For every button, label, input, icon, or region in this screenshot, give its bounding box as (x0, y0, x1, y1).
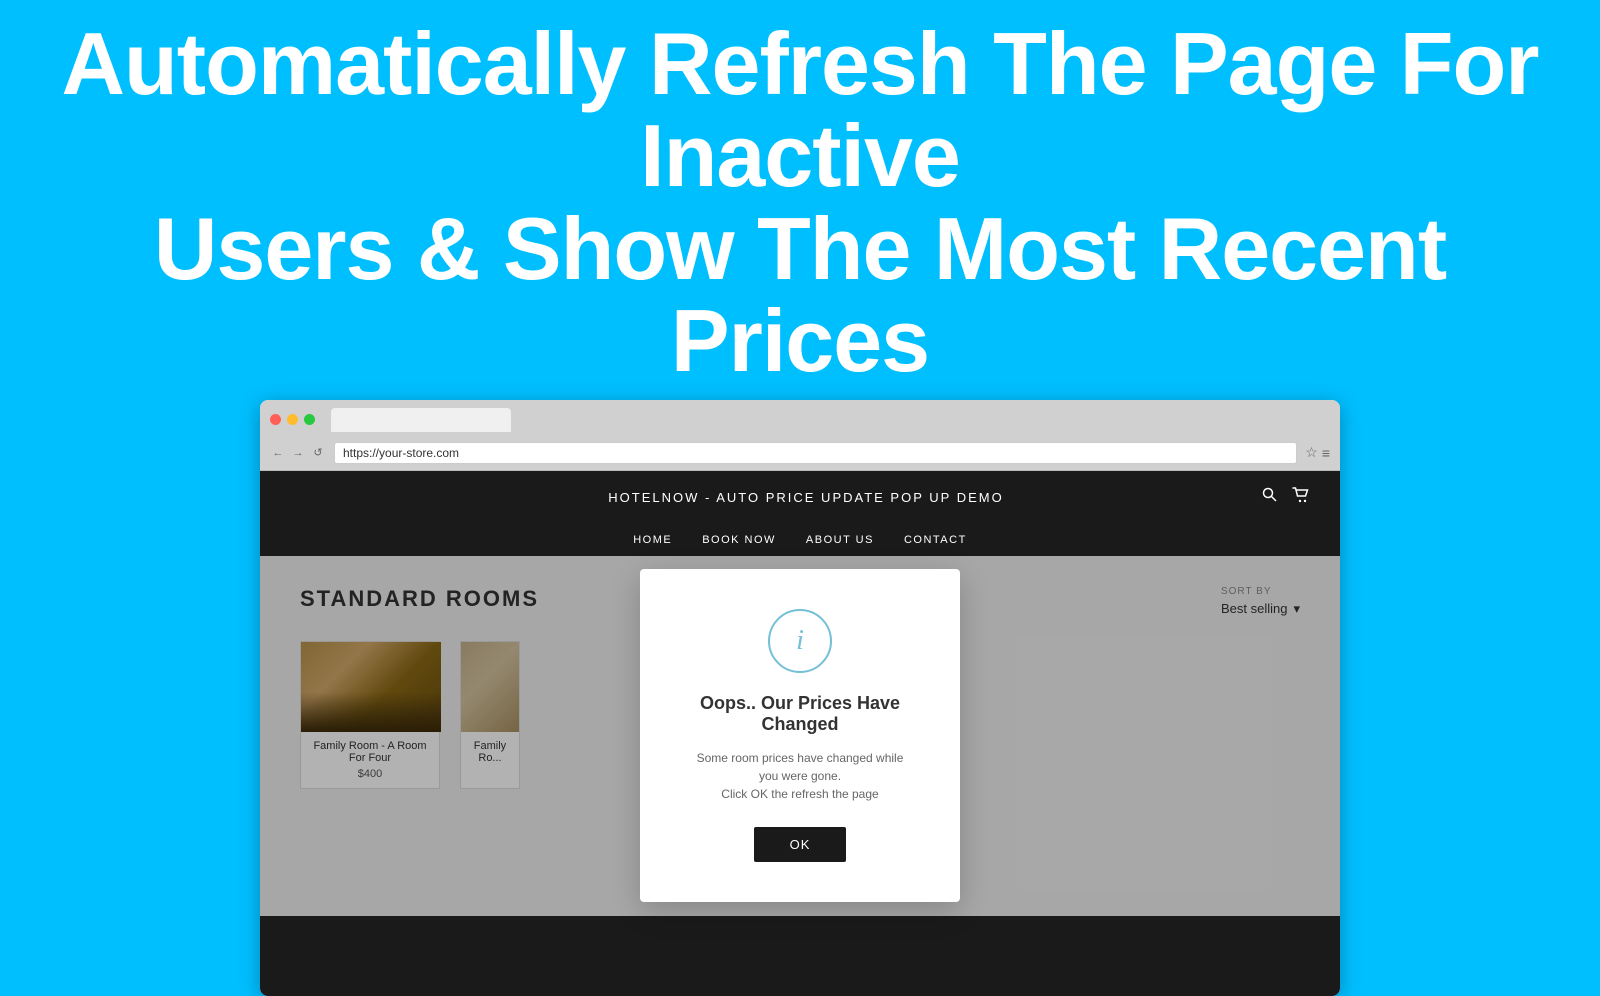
search-icon[interactable] (1262, 487, 1278, 508)
dot-green[interactable] (304, 414, 315, 425)
header-icons (1262, 487, 1310, 508)
browser-actions: ☆ ≡ (1305, 444, 1330, 461)
refresh-button[interactable]: ↺ (310, 445, 326, 461)
store-content: HOTELNOW - AUTO PRICE UPDATE POP UP DEMO (260, 471, 1340, 996)
address-bar[interactable]: https://your-store.com (334, 442, 1297, 464)
nav-home[interactable]: HOME (633, 534, 672, 546)
footer-bar (260, 916, 1340, 996)
store-title: HOTELNOW - AUTO PRICE UPDATE POP UP DEMO (350, 490, 1262, 505)
nav-contact[interactable]: CONTACT (904, 534, 967, 546)
modal-info-icon: i (768, 609, 832, 673)
store-header: HOTELNOW - AUTO PRICE UPDATE POP UP DEMO (260, 471, 1340, 556)
modal-title: Oops.. Our Prices Have Changed (690, 693, 910, 735)
hero-title-line2: Users & Show The Most Recent Prices (40, 203, 1560, 388)
nav-about-us[interactable]: ABOUT US (806, 534, 874, 546)
star-icon[interactable]: ☆ (1305, 444, 1318, 461)
browser-tab[interactable] (331, 408, 511, 432)
back-button[interactable]: ← (270, 445, 286, 461)
store-header-top: HOTELNOW - AUTO PRICE UPDATE POP UP DEMO (290, 471, 1310, 524)
modal-ok-button[interactable]: OK (754, 827, 847, 862)
modal-body: Some room prices have changed while you … (690, 749, 910, 803)
forward-button[interactable]: → (290, 445, 306, 461)
nav-book-now[interactable]: BOOK NOW (702, 534, 776, 546)
modal-dialog: i Oops.. Our Prices Have Changed Some ro… (640, 569, 960, 902)
browser-chrome: ← → ↺ https://your-store.com ☆ ≡ (260, 400, 1340, 471)
nav-arrows: ← → ↺ (270, 445, 326, 461)
hero-title: Automatically Refresh The Page For Inact… (0, 0, 1600, 400)
dot-red[interactable] (270, 414, 281, 425)
hero-title-line1: Automatically Refresh The Page For Inact… (40, 18, 1560, 203)
store-main: STANDARD ROOMS SORT BY Best selling ▾ Fa… (260, 556, 1340, 916)
menu-icon[interactable]: ≡ (1322, 445, 1330, 461)
modal-body-line1: Some room prices have changed while you … (690, 749, 910, 785)
modal-overlay: i Oops.. Our Prices Have Changed Some ro… (260, 556, 1340, 916)
dot-yellow[interactable] (287, 414, 298, 425)
browser-controls (270, 408, 1330, 432)
modal-body-line2: Click OK the refresh the page (690, 785, 910, 803)
address-bar-row: ← → ↺ https://your-store.com ☆ ≡ (270, 438, 1330, 470)
cart-icon[interactable] (1292, 487, 1310, 508)
browser-window: ← → ↺ https://your-store.com ☆ ≡ HOTELNO… (260, 400, 1340, 996)
modal-info-letter: i (796, 625, 804, 657)
store-nav: HOME BOOK NOW ABOUT US CONTACT (290, 524, 1310, 556)
